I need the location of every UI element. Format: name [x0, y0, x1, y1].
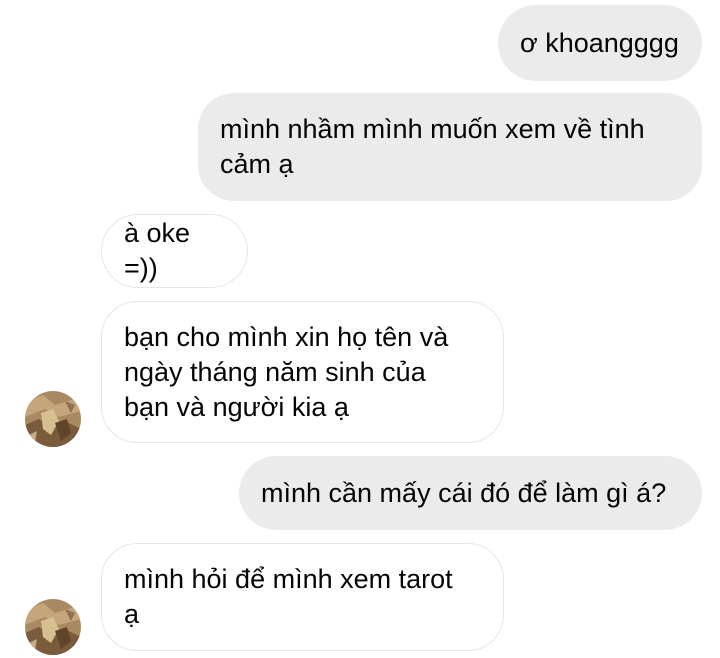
avatar-photo-icon [25, 599, 81, 655]
received-message-bubble[interactable]: à oke =)) [101, 214, 248, 288]
message-text: mình cần mấy cái đó để làm gì á? [261, 477, 667, 508]
sent-message-bubble[interactable]: mình nhầm mình muốn xem về tình cảm ạ [198, 93, 702, 201]
sent-message-bubble[interactable]: mình cần mấy cái đó để làm gì á? [239, 456, 702, 530]
message-text: mình nhầm mình muốn xem về tình cảm ạ [220, 114, 645, 179]
chat-thread: { "messages": [ {"id": 1, "side": "sent"… [0, 0, 720, 658]
received-message-bubble[interactable]: bạn cho mình xin họ tên và ngày tháng nă… [101, 301, 504, 443]
message-text: à oke =)) [124, 218, 191, 283]
avatar-photo-icon [25, 391, 81, 447]
sent-message-bubble[interactable]: ơ khoangggg [498, 5, 702, 81]
contact-avatar[interactable] [25, 599, 81, 655]
message-text: ơ khoangggg [520, 27, 679, 58]
contact-avatar[interactable] [25, 391, 81, 447]
message-text: mình hỏi để mình xem tarot ạ [124, 564, 453, 629]
received-message-bubble[interactable]: mình hỏi để mình xem tarot ạ [101, 543, 504, 651]
message-text: bạn cho mình xin họ tên và ngày tháng nă… [124, 321, 449, 422]
